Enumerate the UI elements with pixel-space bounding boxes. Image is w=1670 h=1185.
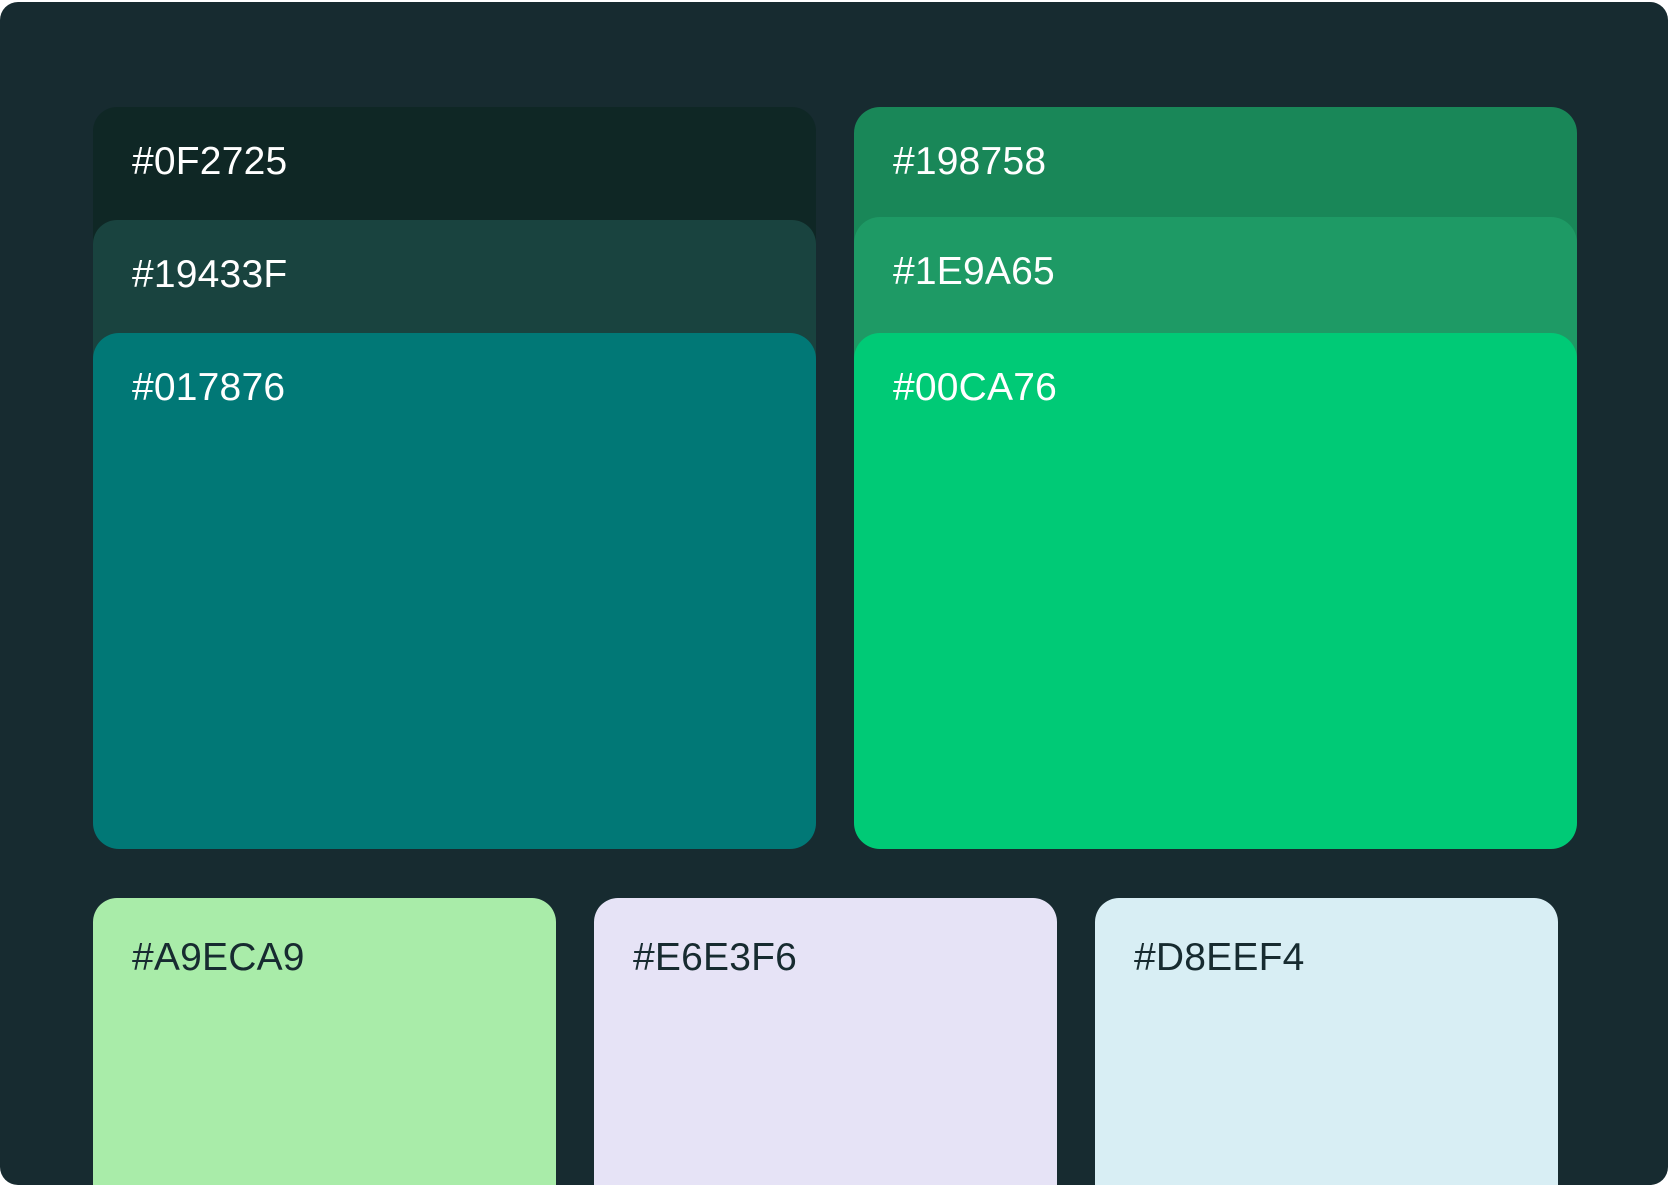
swatch-hex-label: #198758 [893, 140, 1047, 183]
swatch-hex-label: #A9ECA9 [132, 936, 305, 979]
swatch-hex-label: #0F2725 [132, 140, 288, 183]
swatch-hex-label: #00CA76 [893, 366, 1058, 409]
swatch-accent-green[interactable]: #A9ECA9 [93, 898, 556, 1185]
swatch-accent-sky[interactable]: #D8EEF4 [1095, 898, 1558, 1185]
swatch-hex-label: #1E9A65 [893, 250, 1055, 293]
swatch-accent-lavender[interactable]: #E6E3F6 [594, 898, 1057, 1185]
swatch-primary-main[interactable]: #017876 [93, 333, 816, 849]
swatch-secondary-main[interactable]: #00CA76 [854, 333, 1577, 849]
swatch-hex-label: #D8EEF4 [1134, 936, 1305, 979]
swatch-hex-label: #017876 [132, 366, 286, 409]
swatch-hex-label: #E6E3F6 [633, 936, 798, 979]
palette-card: #0F2725 #19433F #017876 #198758 #1E9A65 … [0, 2, 1668, 1185]
swatch-hex-label: #19433F [132, 253, 288, 296]
